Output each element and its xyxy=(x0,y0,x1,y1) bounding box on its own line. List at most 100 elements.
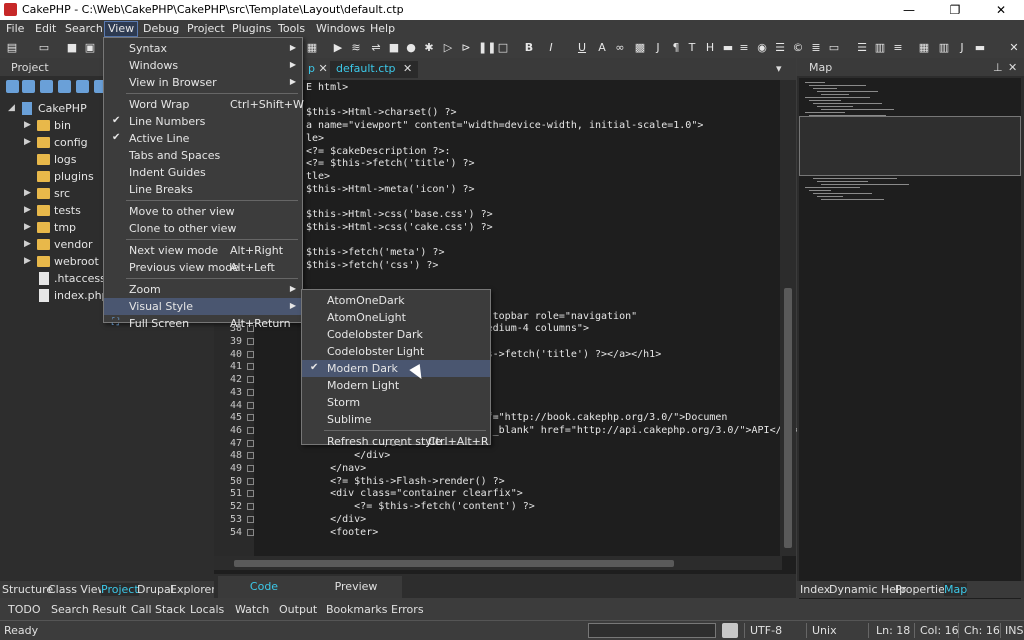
table-icon[interactable]: ▦ xyxy=(918,41,930,54)
menu-item-storm[interactable]: Storm xyxy=(302,394,490,411)
fold-marker[interactable] xyxy=(247,452,254,460)
chevron-down-icon[interactable]: ◢ xyxy=(8,103,15,113)
code-line[interactable]: $this->Html->css('base.css') ?> xyxy=(306,209,493,220)
menu-item-previous-view-mode[interactable]: Previous view mode Alt+Left xyxy=(104,259,302,276)
chevron-right-icon[interactable]: ▶ xyxy=(24,256,31,266)
tab-index[interactable]: Index xyxy=(800,583,830,596)
fold-marker[interactable] xyxy=(247,465,254,472)
fold-marker[interactable] xyxy=(247,363,254,371)
code-line[interactable]: <div class="container clearfix"> xyxy=(306,488,523,499)
menu-item-syntax[interactable]: Syntax ▶ xyxy=(104,40,302,57)
code-line[interactable]: <?= $this->fetch('content') ?> xyxy=(306,501,535,512)
fold-marker[interactable] xyxy=(247,426,254,434)
menu-help[interactable]: Help xyxy=(370,22,395,35)
link-icon[interactable]: ∞ xyxy=(614,41,626,54)
menu-project[interactable]: Project xyxy=(187,22,225,35)
close-toolbar-icon[interactable]: ✕ xyxy=(1008,41,1020,54)
code-line[interactable]: <?= $cakeDescription ?>: xyxy=(306,146,451,157)
tab-search-result[interactable]: Search Result xyxy=(51,603,126,616)
close-icon[interactable]: ✕ xyxy=(318,62,327,75)
save-icon[interactable]: ■ xyxy=(66,41,78,54)
code-line[interactable]: $this->Html->css('cake.css') ?> xyxy=(306,222,493,233)
status-button[interactable] xyxy=(722,623,738,638)
code-line[interactable]: E html> xyxy=(306,82,348,93)
editor-tab-hidden[interactable]: p ✕ xyxy=(302,61,334,78)
numbered-list-icon[interactable]: ≡ xyxy=(892,41,904,54)
close-button[interactable]: ✕ xyxy=(978,0,1024,20)
menu-item-zoom[interactable]: Zoom ▶ xyxy=(104,281,302,298)
menu-item-active-line[interactable]: ✔ Active Line xyxy=(104,130,302,147)
code-line[interactable]: $this->Html->charset() ?> xyxy=(306,107,457,118)
skip-icon[interactable]: ⊳ xyxy=(460,41,472,54)
new-file-icon[interactable]: ▤ xyxy=(6,41,18,54)
menu-item-windows[interactable]: Windows ▶ xyxy=(104,57,302,74)
code-line[interactable]: </div> xyxy=(306,450,390,461)
horizontal-scroll-thumb[interactable] xyxy=(234,560,674,567)
code-line[interactable]: <?= $this->fetch('title') ?> xyxy=(306,158,475,169)
vertical-scroll-thumb[interactable] xyxy=(784,288,792,548)
status-eol[interactable]: Unix xyxy=(812,624,837,637)
menu-icon[interactable]: ☰ xyxy=(856,41,868,54)
menu-item-view-in-browser[interactable]: View in Browser ▶ xyxy=(104,74,302,91)
menu-tools[interactable]: Tools xyxy=(278,22,305,35)
js-icon[interactable]: J xyxy=(956,41,968,54)
heading-icon[interactable]: H xyxy=(704,41,716,54)
bug-icon[interactable]: ✱ xyxy=(423,41,435,54)
menu-item-tabs-and-spaces[interactable]: Tabs and Spaces xyxy=(104,147,302,164)
collapse-icon[interactable] xyxy=(22,80,35,93)
close-icon[interactable]: ✕ xyxy=(1008,61,1017,74)
menu-item-atomonelight[interactable]: AtomOneLight xyxy=(302,309,490,326)
tab-call-stack[interactable]: Call Stack xyxy=(131,603,185,616)
menu-item-refresh-current-style[interactable]: Refresh current style Ctrl+Alt+R xyxy=(302,433,490,450)
pause-icon[interactable]: ❚❚ xyxy=(478,41,496,54)
italic-icon[interactable]: I xyxy=(545,41,557,54)
tab-properties[interactable]: Properties xyxy=(895,583,951,596)
menu-plugins[interactable]: Plugins xyxy=(232,22,271,35)
code-line[interactable]: tle> xyxy=(306,171,330,182)
menu-file[interactable]: File xyxy=(6,22,24,35)
fold-marker[interactable] xyxy=(247,490,254,498)
style-icon[interactable]: ▥ xyxy=(874,41,886,54)
text-icon[interactable]: T xyxy=(686,41,698,54)
menu-item-codelobster-dark[interactable]: Codelobster Dark xyxy=(302,326,490,343)
align-icon[interactable]: ≣ xyxy=(810,41,822,54)
bubble-icon[interactable]: ◉ xyxy=(756,41,768,54)
menu-item-word-wrap[interactable]: Word Wrap Ctrl+Shift+W xyxy=(104,96,304,113)
tab-watch[interactable]: Watch xyxy=(235,603,269,616)
tab-locals[interactable]: Locals xyxy=(190,603,224,616)
menu-item-line-numbers[interactable]: ✔ Line Numbers xyxy=(104,113,302,130)
chevron-right-icon[interactable]: ▶ xyxy=(24,222,31,232)
menu-item-clone-to-other-view[interactable]: Clone to other view xyxy=(104,220,302,237)
tab-class-view[interactable]: Class View xyxy=(48,583,107,596)
font-color-icon[interactable]: A xyxy=(596,41,608,54)
chevron-right-icon[interactable]: ▶ xyxy=(24,188,31,198)
menu-item-atomonedark[interactable]: AtomOneDark xyxy=(302,292,490,309)
maximize-button[interactable]: ❐ xyxy=(932,0,978,20)
tab-project[interactable]: Project xyxy=(101,583,139,596)
menu-edit[interactable]: Edit xyxy=(35,22,56,35)
fold-marker[interactable] xyxy=(247,477,254,485)
chevron-right-icon[interactable]: ▶ xyxy=(24,120,31,130)
stop-icon[interactable]: ■ xyxy=(388,41,400,54)
status-encoding[interactable]: UTF-8 xyxy=(750,624,782,637)
fold-marker[interactable] xyxy=(247,350,254,358)
map-viewport[interactable] xyxy=(799,116,1021,176)
menu-windows[interactable]: Windows xyxy=(316,22,365,35)
code-line[interactable]: $this->fetch('meta') ?> xyxy=(306,247,444,258)
copyright-icon[interactable]: © xyxy=(792,41,804,54)
tab-bookmarks[interactable]: Bookmarks xyxy=(326,603,387,616)
tab-errors[interactable]: Errors xyxy=(391,603,424,616)
new-folder-icon[interactable] xyxy=(40,80,53,93)
menu-item-indent-guides[interactable]: Indent Guides xyxy=(104,164,302,181)
editor-tab-default-ctp[interactable]: default.ctp ✕ xyxy=(330,61,419,78)
step-over-icon[interactable]: ⇌ xyxy=(370,41,382,54)
menu-item-modern-light[interactable]: Modern Light xyxy=(302,377,490,394)
tab-todo[interactable]: TODO xyxy=(8,603,41,616)
grid-icon[interactable]: ▦ xyxy=(306,41,318,54)
play-icon[interactable]: ▷ xyxy=(442,41,454,54)
menu-view[interactable]: View xyxy=(104,21,139,37)
menu-debug[interactable]: Debug xyxy=(143,22,179,35)
anchor-icon[interactable]: J xyxy=(652,41,664,54)
menu-item-line-breaks[interactable]: Line Breaks xyxy=(104,181,302,198)
pin-icon[interactable]: ⊥ xyxy=(993,61,1003,74)
